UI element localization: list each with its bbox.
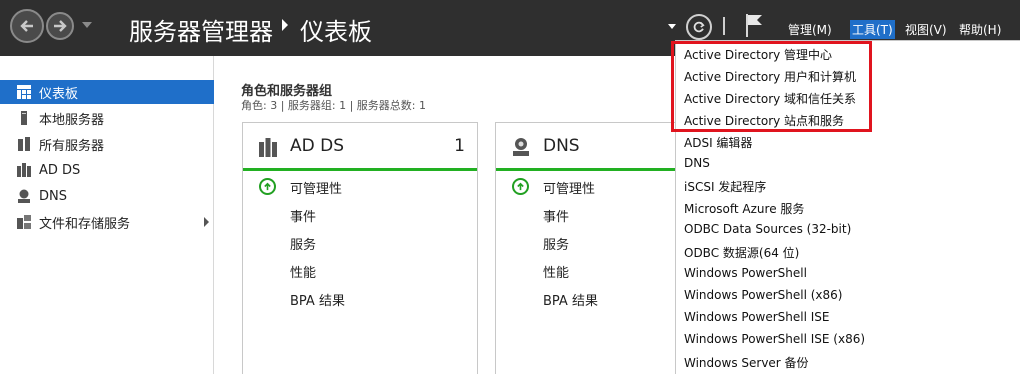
dashboard-icon xyxy=(17,85,31,99)
sidebar-item-label: 文件和存储服务 xyxy=(39,216,131,232)
sidebar-item-dashboard[interactable]: 仪表板 xyxy=(0,80,214,104)
tile-title: DNS xyxy=(543,136,580,156)
tile-row-performance[interactable]: 性能 xyxy=(290,262,316,281)
refresh-button[interactable] xyxy=(686,14,712,40)
menu-help[interactable]: 帮助(H) xyxy=(957,20,1003,39)
menu-item-odbc-32[interactable]: ODBC Data Sources (32-bit) xyxy=(684,222,851,236)
sidebar-item-local-server[interactable]: 本地服务器 xyxy=(0,106,214,130)
menu-tools[interactable]: 工具(T) xyxy=(850,20,895,39)
toolbar-separator xyxy=(723,17,725,35)
adds-icon xyxy=(259,138,277,157)
dns-icon xyxy=(17,189,31,203)
sidebar-item-label: 所有服务器 xyxy=(39,138,105,154)
dns-icon xyxy=(513,138,529,156)
sidebar-item-all-servers[interactable]: 所有服务器 xyxy=(0,132,214,156)
menu-item-powershell[interactable]: Windows PowerShell xyxy=(684,266,807,280)
sidebar-item-label: 本地服务器 xyxy=(39,112,105,128)
sidebar-item-file-storage[interactable]: 文件和存储服务 xyxy=(0,210,214,234)
chevron-down-icon[interactable] xyxy=(668,24,676,29)
status-ok-icon xyxy=(512,178,529,195)
notifications-flag-icon[interactable] xyxy=(742,12,766,38)
menu-manage[interactable]: 管理(M) xyxy=(786,20,834,39)
menu-item-dns[interactable]: DNS xyxy=(684,156,710,170)
tile-row-performance[interactable]: 性能 xyxy=(543,262,569,281)
menu-item-iscsi-initiator[interactable]: iSCSI 发起程序 xyxy=(684,178,766,195)
arrow-right-icon xyxy=(54,20,67,32)
sidebar-item-label: AD DS xyxy=(39,162,81,178)
tile-row-manageability[interactable]: 可管理性 xyxy=(543,178,595,197)
sidebar-item-label: 仪表板 xyxy=(39,86,79,102)
forward-button[interactable] xyxy=(46,12,74,40)
menu-item-odbc-64[interactable]: ODBC 数据源(64 位) xyxy=(684,244,799,261)
back-button[interactable] xyxy=(10,9,44,43)
history-dropdown-icon[interactable] xyxy=(82,22,92,28)
sidebar-item-dns[interactable]: DNS xyxy=(0,184,214,208)
menu-item-ad-admin-center[interactable]: Active Directory 管理中心 xyxy=(684,46,832,63)
menu-view[interactable]: 视图(V) xyxy=(903,20,949,39)
file-storage-icon xyxy=(17,215,31,229)
server-icon xyxy=(17,111,31,125)
menu-item-powershell-ise[interactable]: Windows PowerShell ISE xyxy=(684,310,830,324)
menu-item-powershell-ise-x86[interactable]: Windows PowerShell ISE (x86) xyxy=(684,332,865,346)
tools-dropdown-menu: Active Directory 管理中心 Active Directory 用… xyxy=(675,40,1020,374)
refresh-icon xyxy=(693,21,705,33)
menu-item-ad-users-computers[interactable]: Active Directory 用户和计算机 xyxy=(684,68,856,85)
tile-row-bpa[interactable]: BPA 结果 xyxy=(290,290,345,309)
sidebar-item-adds[interactable]: AD DS xyxy=(0,158,214,182)
section-subtitle: 角色: 3 | 服务器组: 1 | 服务器总数: 1 xyxy=(241,99,427,112)
tile-row-services[interactable]: 服务 xyxy=(290,234,316,253)
menu-item-server-backup[interactable]: Windows Server 备份 xyxy=(684,354,809,371)
tile-row-services[interactable]: 服务 xyxy=(543,234,569,253)
tile-row-bpa[interactable]: BPA 结果 xyxy=(543,290,598,309)
tile-title: AD DS xyxy=(290,136,345,156)
servers-icon xyxy=(17,137,31,151)
expand-arrow-icon[interactable] xyxy=(204,217,209,227)
role-tile-adds[interactable]: AD DS 1 可管理性 事件 服务 性能 BPA 结果 xyxy=(242,122,478,374)
tile-header[interactable]: AD DS 1 xyxy=(243,123,477,171)
breadcrumb-separator-icon xyxy=(282,19,288,31)
tile-row-events[interactable]: 事件 xyxy=(290,206,316,225)
arrow-left-icon xyxy=(20,20,33,32)
menu-item-ad-domains-trusts[interactable]: Active Directory 域和信任关系 xyxy=(684,90,856,107)
menu-item-azure-services[interactable]: Microsoft Azure 服务 xyxy=(684,200,804,217)
menu-item-ad-sites-services[interactable]: Active Directory 站点和服务 xyxy=(684,112,844,129)
sidebar: 仪表板 本地服务器 所有服务器 AD DS DNS 文件和存储服务 xyxy=(0,56,214,374)
tile-row-manageability[interactable]: 可管理性 xyxy=(290,178,342,197)
tile-count: 1 xyxy=(454,136,465,156)
sidebar-item-label: DNS xyxy=(39,188,67,204)
status-ok-icon xyxy=(259,178,276,195)
menu-item-powershell-x86[interactable]: Windows PowerShell (x86) xyxy=(684,288,842,302)
tile-row-events[interactable]: 事件 xyxy=(543,206,569,225)
page-title: 仪表板 xyxy=(300,18,372,46)
app-title: 服务器管理器 xyxy=(129,18,273,46)
adds-icon xyxy=(17,163,31,177)
menu-item-adsi-edit[interactable]: ADSI 编辑器 xyxy=(684,134,752,151)
